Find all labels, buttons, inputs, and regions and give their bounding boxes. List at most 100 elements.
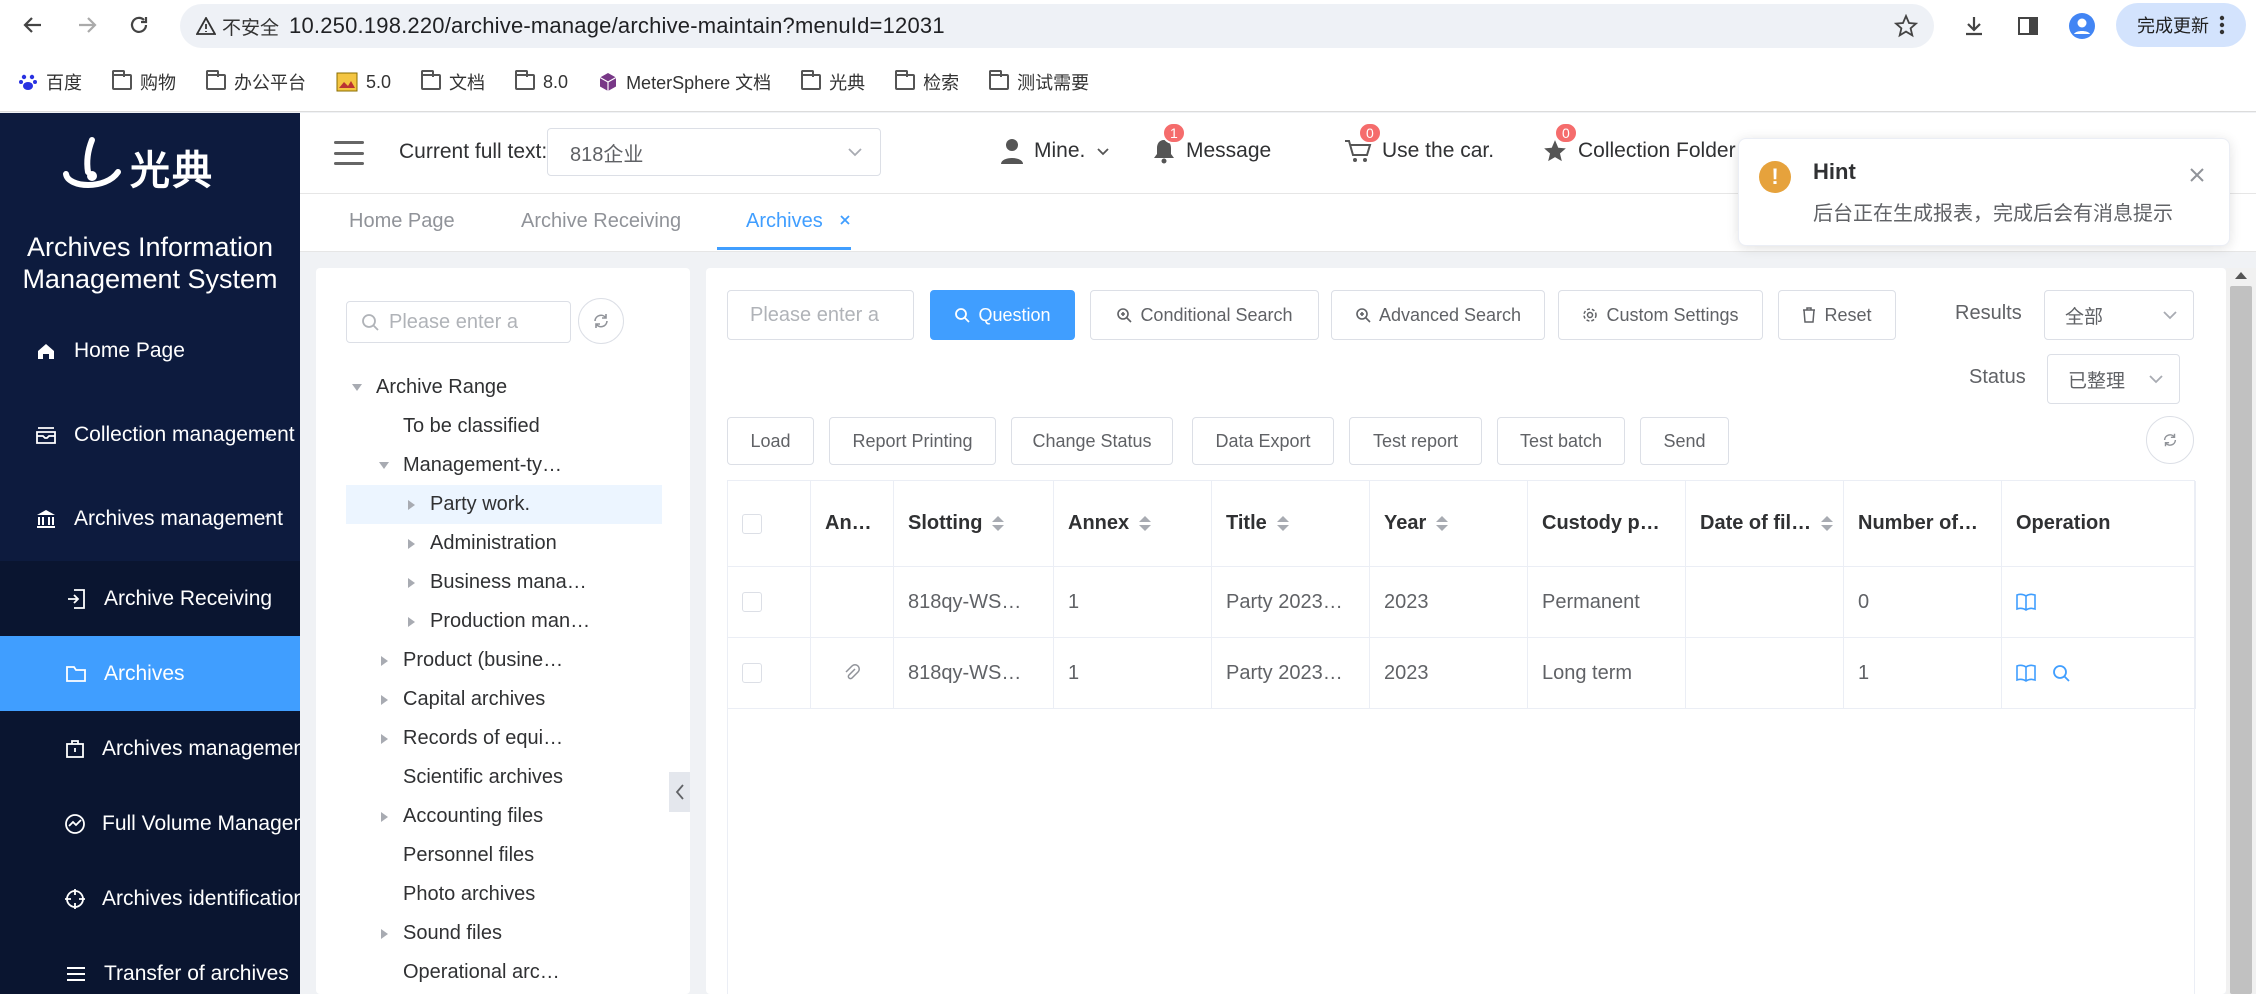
tree-node[interactable]: Capital archives: [346, 680, 662, 719]
load-button[interactable]: Load: [727, 417, 814, 465]
expand-arrow-right-icon[interactable]: [373, 928, 395, 939]
tree-node[interactable]: Scientific archives: [346, 758, 662, 797]
test-report-button[interactable]: Test report: [1349, 417, 1482, 465]
tab-archives[interactable]: Archives: [746, 210, 852, 233]
custom-settings-button[interactable]: Custom Settings: [1558, 290, 1763, 340]
checkbox[interactable]: [742, 663, 762, 683]
bookmark-shopping[interactable]: 购物: [112, 69, 176, 95]
tree-node[interactable]: To be classified: [346, 407, 662, 446]
sort-caret-icon[interactable]: [1436, 516, 1449, 531]
expand-arrow-right-icon[interactable]: [400, 538, 422, 549]
address-bar[interactable]: 不安全 10.250.198.220/archive-manage/archiv…: [180, 4, 1934, 48]
expand-arrow-right-icon[interactable]: [373, 733, 395, 744]
tree-search-input[interactable]: Please enter a: [346, 301, 571, 343]
expand-arrow-down-icon[interactable]: [373, 462, 395, 469]
sidebar-item-archives-management[interactable]: Archives management ⌃: [0, 477, 300, 561]
tree-node[interactable]: Personnel files: [346, 836, 662, 875]
sort-caret-icon[interactable]: [1139, 516, 1152, 531]
reload-button[interactable]: [124, 10, 154, 40]
update-button[interactable]: 完成更新: [2116, 3, 2246, 47]
expand-arrow-right-icon[interactable]: [373, 655, 395, 666]
full-text-select[interactable]: 818企业: [547, 128, 881, 176]
sidebar-item-archives-identification[interactable]: Archives identification: [0, 861, 300, 936]
scroll-up-arrow-icon[interactable]: [2235, 272, 2247, 279]
bookmark-office[interactable]: 办公平台: [206, 69, 306, 95]
sidebar-item-home[interactable]: Home Page: [0, 309, 300, 393]
scrollbar-thumb[interactable]: [2230, 286, 2252, 994]
tree-node[interactable]: Party work.: [346, 485, 662, 524]
bookmark-search[interactable]: 检索: [895, 69, 959, 95]
page-scrollbar[interactable]: [2226, 268, 2256, 994]
close-icon[interactable]: [2187, 165, 2207, 185]
sort-caret-icon[interactable]: [1276, 516, 1289, 531]
expand-arrow-down-icon[interactable]: [346, 384, 368, 391]
table-refresh-button[interactable]: [2146, 416, 2194, 464]
expand-arrow-right-icon[interactable]: [373, 811, 395, 822]
tab-home-page[interactable]: Home Page: [349, 210, 455, 233]
tree-collapse-handle[interactable]: [669, 772, 690, 812]
close-icon[interactable]: [838, 213, 852, 227]
expand-arrow-right-icon[interactable]: [373, 694, 395, 705]
checkbox[interactable]: [742, 592, 762, 612]
user-menu[interactable]: Mine.: [1000, 138, 1111, 164]
reset-button[interactable]: Reset: [1778, 290, 1896, 340]
sidebar-item-collection-management[interactable]: Collection management ⌄: [0, 393, 300, 477]
tree-node[interactable]: Product (busine…: [346, 641, 662, 680]
tree-refresh-button[interactable]: [578, 298, 624, 344]
conditional-search-button[interactable]: Conditional Search: [1090, 290, 1319, 340]
keyword-search-input[interactable]: Please enter a: [727, 290, 914, 340]
bookmark-test-needs[interactable]: 测试需要: [989, 69, 1089, 95]
tree-node[interactable]: Management-ty…: [346, 446, 662, 485]
side-panel-button[interactable]: [2014, 12, 2042, 40]
forward-button[interactable]: [72, 10, 102, 40]
sidebar-item-transfer-of-archives[interactable]: Transfer of archives: [0, 936, 300, 994]
tree-node[interactable]: Accounting files: [346, 797, 662, 836]
data-export-button[interactable]: Data Export: [1192, 417, 1334, 465]
sort-caret-icon[interactable]: [992, 516, 1005, 531]
tree-node[interactable]: Photo archives: [346, 875, 662, 914]
test-batch-button[interactable]: Test batch: [1497, 417, 1625, 465]
status-select[interactable]: 已整理: [2047, 354, 2180, 404]
bookmark-docs[interactable]: 文档: [421, 69, 485, 95]
tree-node[interactable]: Operational arc…: [346, 953, 662, 992]
advanced-search-button[interactable]: Advanced Search: [1331, 290, 1545, 340]
collection-folder-link[interactable]: 0 Collection Folder: [1542, 122, 1736, 164]
search-icon[interactable]: [2052, 664, 2070, 682]
profile-button[interactable]: [2068, 12, 2096, 40]
tree-node[interactable]: Sound files: [346, 914, 662, 953]
download-button[interactable]: [1960, 12, 1988, 40]
tree-node[interactable]: Archive Range: [346, 368, 662, 407]
book-icon[interactable]: [2016, 664, 2036, 682]
back-button[interactable]: [18, 10, 48, 40]
tree-node[interactable]: Business mana…: [346, 563, 662, 602]
change-status-button[interactable]: Change Status: [1011, 417, 1173, 465]
bookmark-metersphere[interactable]: MeterSphere 文档: [598, 69, 771, 95]
tree-node[interactable]: Production man…: [346, 602, 662, 641]
message-link[interactable]: 1 Message: [1152, 122, 1271, 164]
tree-node[interactable]: Records of equi…: [346, 719, 662, 758]
results-select[interactable]: 全部: [2044, 290, 2194, 340]
sidebar-item-archives[interactable]: Archives: [0, 636, 300, 711]
paperclip-icon[interactable]: [843, 664, 861, 682]
sidebar-item-full-volume-management[interactable]: Full Volume Management: [0, 786, 300, 861]
expand-arrow-right-icon[interactable]: [400, 499, 422, 510]
menu-toggle-icon[interactable]: [334, 141, 364, 165]
car-link[interactable]: 0 Use the car.: [1344, 122, 1494, 164]
send-button[interactable]: Send: [1640, 417, 1729, 465]
bookmark-star-icon[interactable]: [1894, 14, 1918, 38]
question-button[interactable]: Question: [930, 290, 1075, 340]
bookmark-baidu[interactable]: 百度: [18, 69, 82, 95]
tab-archive-receiving[interactable]: Archive Receiving: [521, 210, 681, 233]
sort-caret-icon[interactable]: [1821, 516, 1834, 531]
tree-node[interactable]: Administration: [346, 524, 662, 563]
security-indicator[interactable]: 不安全: [196, 13, 279, 40]
book-icon[interactable]: [2016, 593, 2036, 611]
bookmark-5-0[interactable]: 5.0: [336, 72, 391, 93]
bookmark-guangdian[interactable]: 光典: [801, 69, 865, 95]
checkbox[interactable]: [742, 513, 762, 534]
sidebar-item-archives-management-sub[interactable]: Archives management: [0, 711, 300, 786]
report-printing-button[interactable]: Report Printing: [829, 417, 996, 465]
bookmark-8-0[interactable]: 8.0: [515, 70, 568, 93]
expand-arrow-right-icon[interactable]: [400, 577, 422, 588]
expand-arrow-right-icon[interactable]: [400, 616, 422, 627]
